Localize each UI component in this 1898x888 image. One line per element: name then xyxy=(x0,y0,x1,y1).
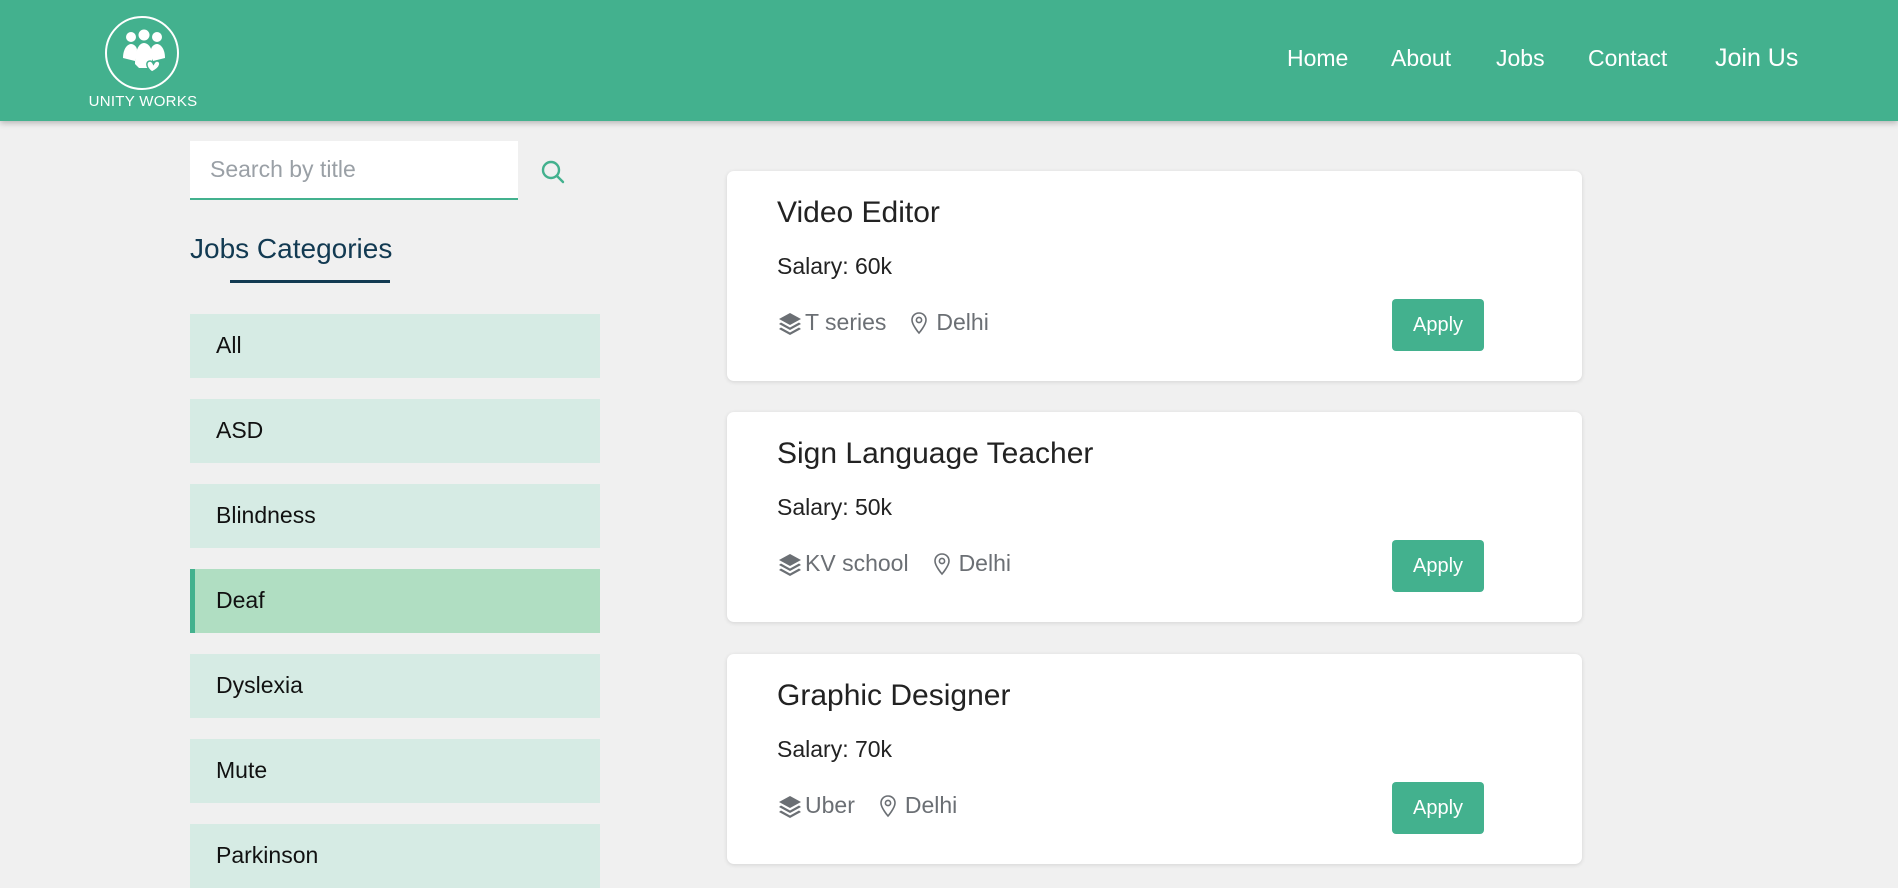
category-dyslexia[interactable]: Dyslexia xyxy=(190,654,600,718)
category-parkinson[interactable]: Parkinson xyxy=(190,824,600,888)
brand-logo[interactable]: UNITY WORKS xyxy=(83,14,203,112)
nav-home[interactable]: Home xyxy=(1287,45,1348,72)
layers-icon xyxy=(777,551,803,577)
search-icon[interactable] xyxy=(540,159,566,190)
nav-jobs[interactable]: Jobs xyxy=(1496,45,1545,72)
job-company: Uber xyxy=(805,792,855,818)
people-heart-icon xyxy=(105,16,179,90)
category-deaf[interactable]: Deaf xyxy=(190,569,600,633)
job-salary: Salary: 70k xyxy=(777,736,893,762)
layers-icon xyxy=(777,793,803,819)
category-label: ASD xyxy=(216,417,264,443)
apply-button[interactable]: Apply xyxy=(1392,782,1484,834)
job-location: Delhi xyxy=(958,550,1011,576)
brand-name: UNITY WORKS xyxy=(88,93,198,110)
job-meta: KV school Delhi xyxy=(777,550,1011,577)
job-company: T series xyxy=(805,309,887,335)
job-card: Video Editor Salary: 60k T series Delhi … xyxy=(727,171,1582,381)
job-salary: Salary: 50k xyxy=(777,494,893,520)
job-card: Graphic Designer Salary: 70k Uber Delhi … xyxy=(727,654,1582,864)
navbar: UNITY WORKS Home About Jobs Contact Join… xyxy=(0,0,1898,121)
location-pin-icon xyxy=(910,311,928,335)
category-label: Parkinson xyxy=(216,842,319,868)
category-label: Blindness xyxy=(216,502,316,528)
search-box xyxy=(190,141,518,200)
categories-underline xyxy=(230,280,390,283)
location-pin-icon xyxy=(879,794,897,818)
location-pin-icon xyxy=(933,552,951,576)
job-meta: T series Delhi xyxy=(777,309,989,336)
job-card: Sign Language Teacher Salary: 50k KV sch… xyxy=(727,412,1582,622)
job-salary: Salary: 60k xyxy=(777,253,893,279)
categories-heading: Jobs Categories xyxy=(190,233,393,264)
job-company: KV school xyxy=(805,550,909,576)
category-all[interactable]: All xyxy=(190,314,600,378)
job-location: Delhi xyxy=(904,792,958,818)
category-label: Mute xyxy=(216,757,268,783)
job-title: Graphic Designer xyxy=(777,679,1011,712)
apply-button[interactable]: Apply xyxy=(1392,299,1484,351)
nav-about[interactable]: About xyxy=(1391,45,1451,72)
nav-contact[interactable]: Contact xyxy=(1588,45,1667,72)
job-meta: Uber Delhi xyxy=(777,792,957,819)
category-label: Deaf xyxy=(216,587,265,613)
category-mute[interactable]: Mute xyxy=(190,739,600,803)
job-title: Sign Language Teacher xyxy=(777,437,1094,470)
job-location: Delhi xyxy=(936,309,989,335)
apply-button[interactable]: Apply xyxy=(1392,540,1484,592)
job-title: Video Editor xyxy=(777,196,940,229)
nav-join-us[interactable]: Join Us xyxy=(1715,44,1798,73)
category-blindness[interactable]: Blindness xyxy=(190,484,600,548)
layers-icon xyxy=(777,310,803,336)
category-asd[interactable]: ASD xyxy=(190,399,600,463)
search-input[interactable] xyxy=(190,141,518,198)
category-label: Dyslexia xyxy=(216,672,303,698)
category-label: All xyxy=(216,332,242,358)
